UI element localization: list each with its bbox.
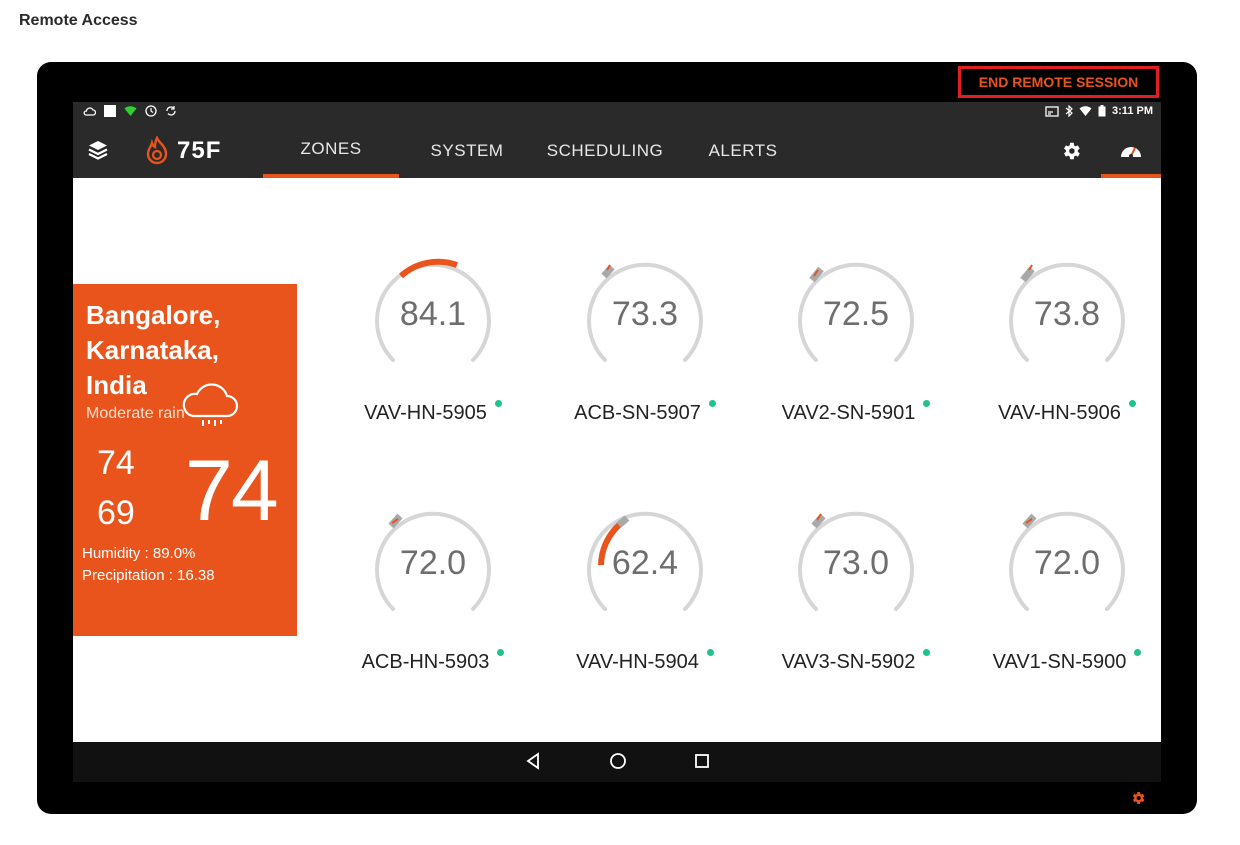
battery-icon bbox=[1098, 105, 1106, 117]
recents-icon[interactable] bbox=[694, 752, 710, 770]
tab-scheduling[interactable]: SCHEDULING bbox=[539, 124, 671, 178]
wifi-icon bbox=[1079, 106, 1092, 116]
status-dot bbox=[494, 400, 502, 407]
zone-temperature: 73.8 bbox=[1033, 295, 1101, 333]
zone-tile[interactable]: 84.1 VAV-HN-5905 bbox=[338, 250, 528, 450]
zone-temperature: 72.5 bbox=[822, 295, 890, 333]
weather-card: Bangalore, Karnataka, India Moderate rai… bbox=[73, 284, 297, 636]
clock-icon bbox=[145, 105, 157, 117]
zone-temperature: 62.4 bbox=[611, 544, 679, 582]
remote-settings-icon[interactable] bbox=[1130, 790, 1146, 806]
status-dot bbox=[923, 400, 931, 407]
android-status-bar: 3:11 PM bbox=[73, 102, 1161, 124]
cast-icon bbox=[1045, 105, 1059, 117]
status-dot bbox=[923, 649, 931, 656]
zone-tile[interactable]: 72.0 VAV1-SN-5900 bbox=[972, 499, 1162, 699]
app-navbar: 75F ZONES SYSTEM SCHEDULING ALERTS bbox=[73, 124, 1161, 178]
weather-high: 74 bbox=[97, 444, 135, 482]
status-dot bbox=[497, 649, 505, 656]
tab-zones[interactable]: ZONES bbox=[263, 124, 399, 178]
zone-name: ACB-SN-5907 bbox=[574, 402, 701, 424]
zone-temperature: 72.0 bbox=[399, 544, 467, 582]
status-dot bbox=[706, 649, 714, 656]
zone-name: ACB-HN-5903 bbox=[361, 651, 490, 673]
weather-low: 69 bbox=[97, 494, 135, 532]
zone-tile[interactable]: 72.5 VAV2-SN-5901 bbox=[761, 250, 951, 450]
zone-tile[interactable]: 62.4 VAV-HN-5904 bbox=[550, 499, 740, 699]
bluetooth-icon bbox=[1065, 105, 1073, 117]
status-dot bbox=[708, 400, 716, 407]
android-nav-bar bbox=[73, 742, 1161, 782]
logo: 75F bbox=[143, 136, 221, 166]
flame-logo-icon bbox=[146, 136, 168, 165]
weather-current-temp: 74 bbox=[185, 443, 279, 539]
zone-name: VAV-HN-5905 bbox=[364, 402, 487, 424]
tab-dashboard[interactable] bbox=[1101, 124, 1161, 178]
tab-alerts[interactable]: ALERTS bbox=[701, 124, 785, 178]
zone-name: VAV2-SN-5901 bbox=[781, 402, 916, 424]
zone-name: VAV1-SN-5900 bbox=[992, 651, 1127, 673]
end-remote-session-button[interactable]: END REMOTE SESSION bbox=[958, 66, 1159, 98]
logo-text: 75F bbox=[177, 137, 222, 164]
weather-precipitation: Precipitation : 16.38 bbox=[82, 567, 215, 584]
settings-icon[interactable] bbox=[1060, 140, 1082, 162]
tab-system[interactable]: SYSTEM bbox=[413, 124, 521, 178]
zone-name: VAV3-SN-5902 bbox=[781, 651, 916, 673]
zone-temperature: 84.1 bbox=[399, 295, 467, 333]
status-dot bbox=[1134, 649, 1142, 656]
home-icon[interactable] bbox=[609, 752, 627, 770]
weather-humidity: Humidity : 89.0% bbox=[82, 545, 196, 562]
back-icon[interactable] bbox=[525, 752, 541, 770]
cloud-icon bbox=[83, 107, 96, 116]
status-time: 3:11 PM bbox=[1112, 105, 1153, 117]
square-icon bbox=[104, 105, 116, 117]
zone-temperature: 73.3 bbox=[611, 295, 679, 333]
zone-name: VAV-HN-5906 bbox=[998, 402, 1121, 424]
status-dot bbox=[1128, 400, 1136, 407]
layers-menu-icon[interactable] bbox=[87, 139, 109, 161]
zone-name: VAV-HN-5904 bbox=[576, 651, 699, 673]
page-title: Remote Access bbox=[19, 12, 138, 29]
sync-icon bbox=[166, 106, 176, 116]
rain-cloud-icon bbox=[182, 383, 239, 426]
zone-tile[interactable]: 72.0 ACB-HN-5903 bbox=[338, 499, 528, 699]
wifi-icon bbox=[124, 106, 137, 116]
zone-tile[interactable]: 73.8 VAV-HN-5906 bbox=[972, 250, 1162, 450]
zone-temperature: 73.0 bbox=[822, 544, 890, 582]
zone-tile[interactable]: 73.0 VAV3-SN-5902 bbox=[761, 499, 951, 699]
zone-tile[interactable]: 73.3 ACB-SN-5907 bbox=[550, 250, 740, 450]
zone-temperature: 72.0 bbox=[1033, 544, 1101, 582]
weather-condition: Moderate rain bbox=[86, 405, 185, 422]
dashboard-gauge-icon bbox=[1121, 147, 1141, 158]
